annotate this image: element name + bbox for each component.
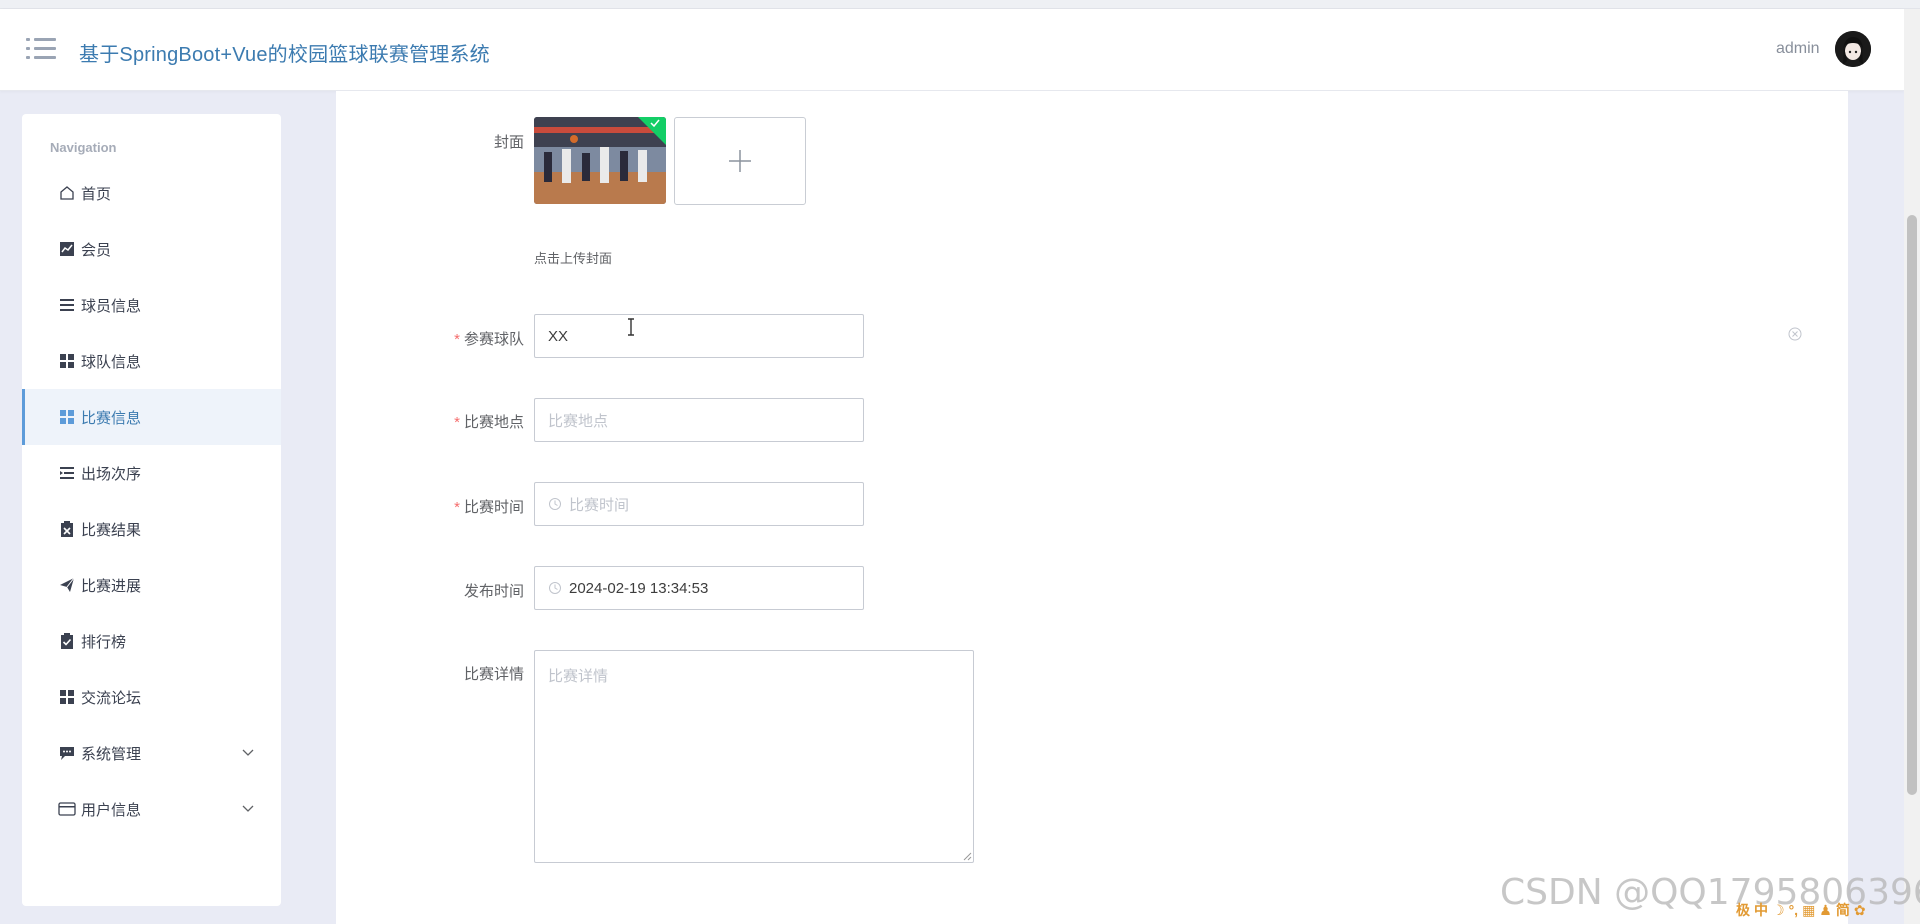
text-cursor-icon xyxy=(628,318,634,336)
sidebar-item-user-info[interactable]: 用户信息 xyxy=(22,781,281,837)
sidebar-item-players[interactable]: 球员信息 xyxy=(22,277,281,333)
grid-icon xyxy=(58,688,76,706)
team-input[interactable]: XX xyxy=(534,314,864,358)
cover-image-thumbnail[interactable] xyxy=(534,117,666,204)
tray-item[interactable]: 简 xyxy=(1836,900,1850,920)
chat-icon xyxy=(58,744,76,762)
sidebar-item-label: 会员 xyxy=(81,241,112,259)
nav-section-title: Navigation xyxy=(50,140,117,155)
sidebar-item-label: 出场次序 xyxy=(81,465,142,483)
team-label: * 参赛球队 xyxy=(454,331,524,348)
sidebar-item-system[interactable]: 系统管理 xyxy=(22,725,281,781)
sidebar-item-matches[interactable]: 比赛信息 xyxy=(22,389,281,445)
chevron-down-icon xyxy=(242,805,254,812)
sidebar-item-progress[interactable]: 比赛进展 xyxy=(22,557,281,613)
card-icon xyxy=(58,800,76,818)
indent-icon xyxy=(58,464,76,482)
match-time-picker[interactable]: 比赛时间 xyxy=(534,482,864,526)
tray-item[interactable]: ▦ xyxy=(1802,902,1815,919)
chevron-down-icon xyxy=(242,749,254,756)
avatar[interactable] xyxy=(1835,31,1871,67)
app-title: 基于SpringBoot+Vue的校园篮球联赛管理系统 xyxy=(79,44,490,66)
venue-label: * 比赛地点 xyxy=(454,414,524,431)
match-time-label: * 比赛时间 xyxy=(454,499,524,516)
sidebar-item-ranking[interactable]: 排行榜 xyxy=(22,613,281,669)
cover-upload-button[interactable] xyxy=(674,117,806,205)
sidebar-item-forum[interactable]: 交流论坛 xyxy=(22,669,281,725)
publish-time-label: 发布时间 xyxy=(463,583,524,600)
clipboard-x-icon xyxy=(58,520,76,538)
menu-toggle-icon[interactable] xyxy=(26,36,56,62)
sidebar-item-label: 比赛进展 xyxy=(81,577,142,595)
home-icon xyxy=(58,184,76,202)
sidebar-item-home[interactable]: 首页 xyxy=(22,165,281,221)
sidebar-item-order[interactable]: 出场次序 xyxy=(22,445,281,501)
required-asterisk: * xyxy=(454,414,460,431)
clock-icon xyxy=(549,498,561,510)
clipboard-check-icon xyxy=(58,632,76,650)
required-asterisk: * xyxy=(454,331,460,348)
details-label: 比赛详情 xyxy=(463,666,524,683)
tray-item[interactable]: °, xyxy=(1789,902,1799,918)
tray-item[interactable]: ♟ xyxy=(1819,902,1832,919)
sidebar-item-label: 用户信息 xyxy=(81,801,142,819)
cover-upload-hint: 点击上传封面 xyxy=(534,251,613,266)
app-header: 基于SpringBoot+Vue的校园篮球联赛管理系统 admin xyxy=(0,9,1904,91)
sidebar-item-label: 球员信息 xyxy=(81,297,142,315)
details-textarea[interactable]: 比赛详情 xyxy=(534,650,974,863)
clock-icon xyxy=(549,582,561,594)
grid-icon xyxy=(58,408,76,426)
sidebar-item-label: 交流论坛 xyxy=(81,689,142,707)
sidebar-item-teams[interactable]: 球队信息 xyxy=(22,333,281,389)
sidebar-item-label: 系统管理 xyxy=(81,745,142,763)
clear-circle-icon[interactable] xyxy=(1788,327,1802,341)
avatar-image-icon xyxy=(1835,31,1871,67)
send-icon xyxy=(58,576,76,594)
sidebar-item-members[interactable]: 会员 xyxy=(22,221,281,277)
list-icon xyxy=(58,296,76,314)
page-scrollbar[interactable] xyxy=(1904,9,1920,924)
sidebar-item-label: 球队信息 xyxy=(81,353,142,371)
sidebar-item-label: 排行榜 xyxy=(81,633,127,651)
browser-top-strip xyxy=(0,0,1920,9)
grid-icon xyxy=(58,352,76,370)
resize-handle-icon[interactable] xyxy=(963,852,972,861)
sidebar-item-label: 首页 xyxy=(81,185,112,203)
tray-item[interactable]: ✿ xyxy=(1854,902,1866,919)
tray-item[interactable]: ☽ xyxy=(1772,902,1785,919)
required-asterisk: * xyxy=(454,499,460,516)
venue-input[interactable]: 比赛地点 xyxy=(534,398,864,442)
sidebar: Navigation 首页 会员 球员信息 球队信息 比赛信息 出场次序 比赛结… xyxy=(22,114,281,906)
tray-item[interactable]: 极 xyxy=(1736,900,1750,920)
sidebar-item-results[interactable]: 比赛结果 xyxy=(22,501,281,557)
basketball-photo-icon xyxy=(534,117,666,204)
tray-item[interactable]: 中 xyxy=(1754,900,1768,920)
plus-icon xyxy=(729,150,751,172)
username-label[interactable]: admin xyxy=(1776,40,1820,58)
scrollbar-thumb[interactable] xyxy=(1907,215,1917,795)
cover-label: 封面 xyxy=(493,134,524,151)
ime-tray: 极 中 ☽ °, ▦ ♟ 简 ✿ xyxy=(1736,900,1866,920)
publish-time-picker[interactable]: 2024-02-19 13:34:53 xyxy=(534,566,864,610)
sidebar-item-label: 比赛结果 xyxy=(81,521,142,539)
sidebar-item-label: 比赛信息 xyxy=(81,409,142,427)
chart-icon xyxy=(58,240,76,258)
